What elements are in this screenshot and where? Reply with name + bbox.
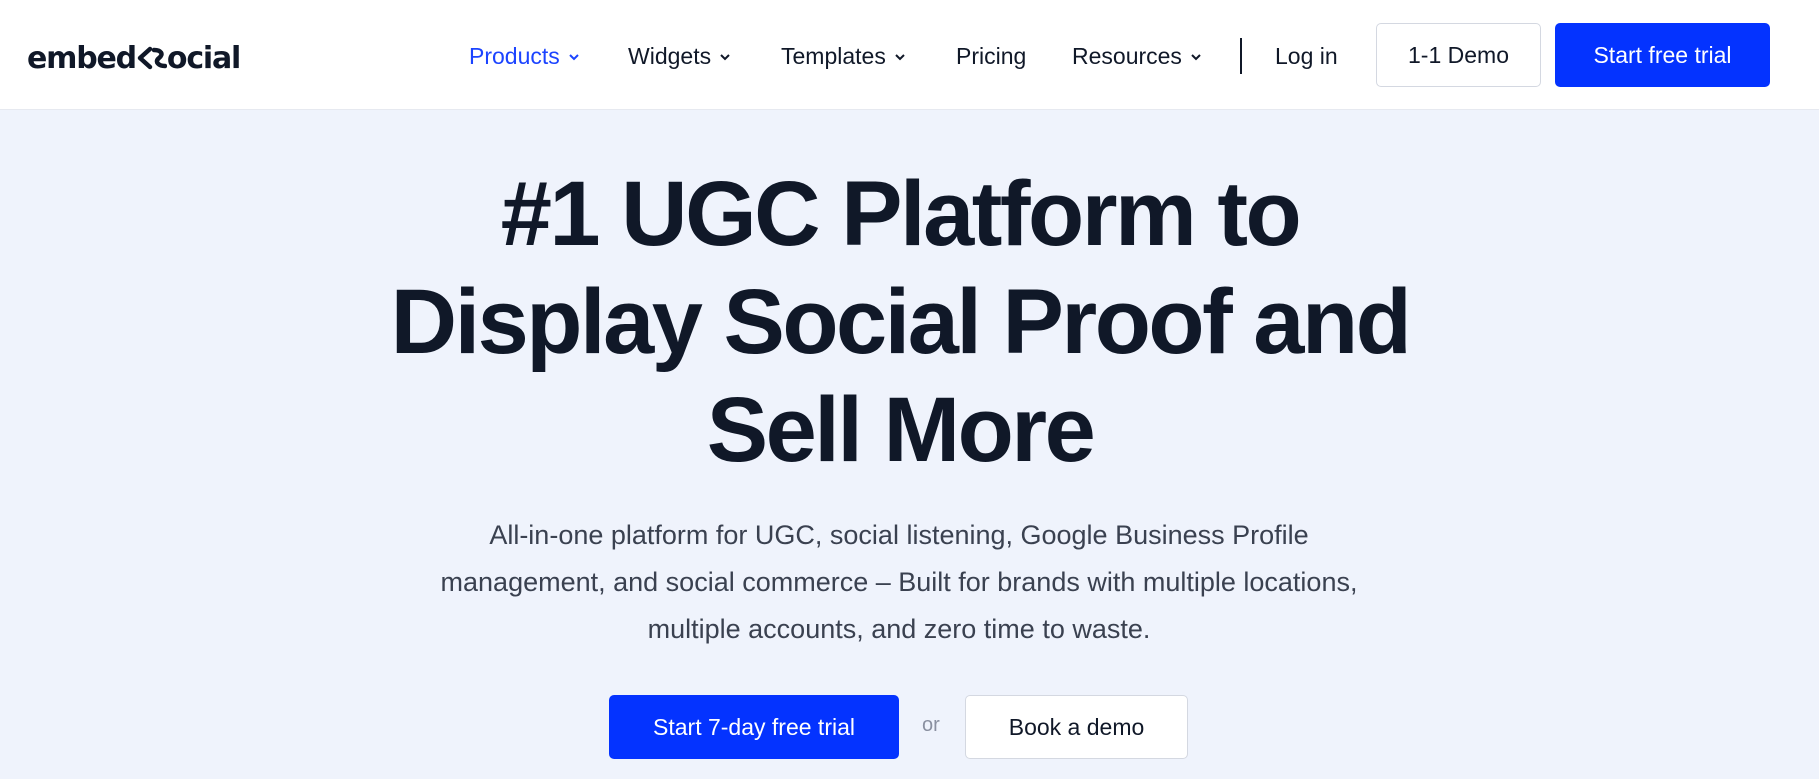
hero-title: #1 UGC Platform to Display Social Proof … bbox=[0, 160, 1800, 484]
demo-button[interactable]: 1-1 Demo bbox=[1376, 23, 1541, 87]
chevron-down-icon bbox=[720, 54, 730, 61]
book-demo-label: Book a demo bbox=[1008, 713, 1145, 740]
embedsocial-arrow-icon bbox=[137, 43, 167, 73]
or-separator: or bbox=[922, 714, 940, 736]
hero-subtitle-line: multiple accounts, and zero time to wast… bbox=[647, 614, 1151, 644]
chevron-down-icon bbox=[895, 54, 905, 61]
nav-widgets-label: Widgets bbox=[628, 42, 712, 69]
start-trial-cta-label: Start 7-day free trial bbox=[653, 713, 855, 740]
book-demo-button[interactable]: Book a demo bbox=[965, 695, 1188, 759]
nav-templates[interactable]: Templates bbox=[781, 36, 906, 76]
demo-button-label: 1-1 Demo bbox=[1408, 41, 1509, 68]
hero-title-line: Display Social Proof and bbox=[390, 271, 1412, 373]
login-label: Log in bbox=[1275, 42, 1338, 69]
nav-products-label: Products bbox=[469, 42, 560, 69]
nav-templates-label: Templates bbox=[781, 42, 886, 69]
nav-divider bbox=[1240, 38, 1242, 74]
start-trial-cta-button[interactable]: Start 7-day free trial bbox=[609, 695, 899, 759]
logo-text-right: ocial bbox=[166, 40, 241, 76]
hero-title-line: #1 UGC Platform to bbox=[500, 163, 1302, 265]
hero-subtitle-line: management, and social commerce – Built … bbox=[440, 567, 1358, 597]
hero-subtitle: All-in-one platform for UGC, social list… bbox=[0, 512, 1798, 653]
site-header: embed ocial Products Widgets Templates P… bbox=[0, 0, 1819, 110]
chevron-down-icon bbox=[1191, 54, 1201, 61]
hero-title-line: Sell More bbox=[706, 379, 1096, 481]
start-free-trial-label: Start free trial bbox=[1593, 41, 1732, 68]
nav-resources-label: Resources bbox=[1072, 42, 1182, 69]
chevron-down-icon bbox=[569, 54, 579, 61]
nav-products[interactable]: Products bbox=[469, 36, 580, 76]
nav-widgets[interactable]: Widgets bbox=[628, 36, 731, 76]
logo-text-left: embed bbox=[27, 40, 137, 76]
nav-pricing-label: Pricing bbox=[956, 42, 1027, 69]
hero-subtitle-line: All-in-one platform for UGC, social list… bbox=[489, 520, 1309, 550]
start-free-trial-button[interactable]: Start free trial bbox=[1555, 23, 1770, 87]
embedsocial-logo[interactable]: embed ocial bbox=[27, 38, 241, 78]
login-link[interactable]: Log in bbox=[1275, 36, 1338, 76]
nav-resources[interactable]: Resources bbox=[1072, 36, 1202, 76]
nav-pricing[interactable]: Pricing bbox=[956, 36, 1026, 76]
